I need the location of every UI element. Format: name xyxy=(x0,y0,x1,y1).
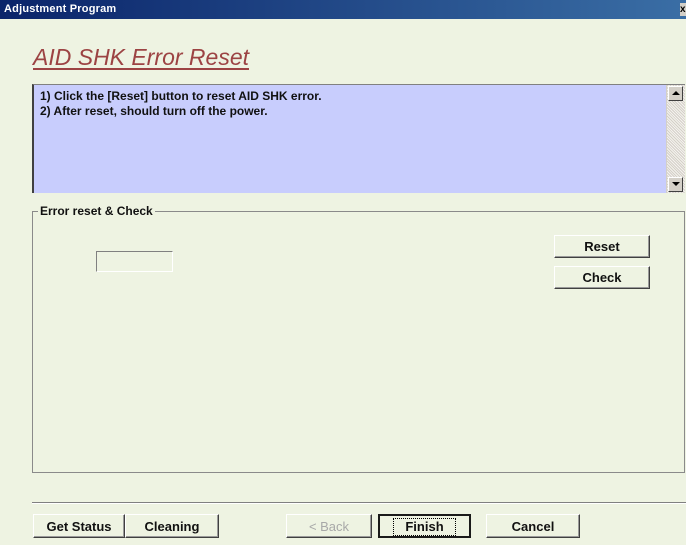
instructions-textarea[interactable]: 1) Click the [Reset] button to reset AID… xyxy=(32,84,685,193)
finish-label: Finish xyxy=(393,517,456,536)
instruction-line: 1) Click the [Reset] button to reset AID… xyxy=(40,89,322,103)
group-label: Error reset & Check xyxy=(38,204,155,218)
cleaning-button[interactable]: Cleaning xyxy=(125,514,219,538)
get-status-button[interactable]: Get Status xyxy=(33,514,125,538)
page-title: AID SHK Error Reset xyxy=(33,44,249,70)
cancel-button[interactable]: Cancel xyxy=(486,514,580,538)
scroll-down-button[interactable] xyxy=(668,177,683,192)
result-field[interactable] xyxy=(96,251,173,272)
check-button[interactable]: Check xyxy=(554,266,650,289)
close-icon[interactable]: x xyxy=(680,3,686,16)
arrow-up-icon xyxy=(672,91,680,95)
footer-separator xyxy=(32,502,686,504)
finish-button[interactable]: Finish xyxy=(378,514,471,538)
instruction-line: 2) After reset, should turn off the powe… xyxy=(40,104,268,118)
back-button[interactable]: < Back xyxy=(286,514,372,538)
arrow-down-icon xyxy=(672,182,680,186)
scroll-up-button[interactable] xyxy=(668,86,683,101)
reset-button[interactable]: Reset xyxy=(554,235,650,258)
vertical-scrollbar[interactable] xyxy=(666,85,685,193)
window-titlebar[interactable]: Adjustment Program x xyxy=(0,0,686,19)
window-title: Adjustment Program xyxy=(4,3,117,15)
